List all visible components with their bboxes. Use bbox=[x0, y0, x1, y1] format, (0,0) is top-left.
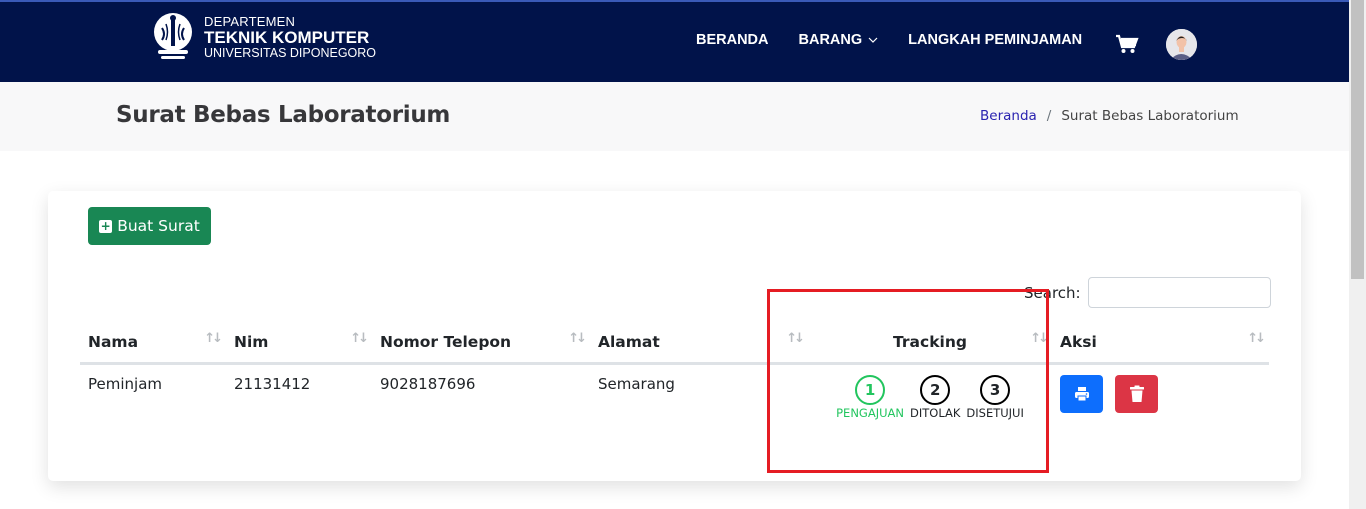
step-number: 2 bbox=[920, 374, 951, 405]
buat-surat-label: Buat Surat bbox=[117, 217, 200, 235]
brand-department: DEPARTEMEN bbox=[204, 13, 296, 29]
breadcrumb-current: Surat Bebas Laboratorium bbox=[1061, 108, 1239, 124]
trash-icon bbox=[1129, 385, 1144, 402]
column-label: Aksi bbox=[1060, 333, 1097, 352]
nav-menu: BERANDA BARANG LANGKAH PEMINJAMAN bbox=[696, 32, 1112, 48]
cell-nama: Peminjam bbox=[88, 374, 162, 393]
search-group: Search: bbox=[1024, 277, 1271, 308]
breadcrumb: Beranda / Surat Bebas Laboratorium bbox=[980, 108, 1239, 124]
cell-alamat: Semarang bbox=[598, 374, 675, 393]
column-header-nomor-telepon[interactable]: Nomor Telepon ↑↓ bbox=[372, 323, 590, 365]
surat-table: Nama ↑↓ Nim ↑↓ Nomor Telepon ↑↓ Alamat ↑↓ Tr… bbox=[80, 323, 1269, 438]
row-actions bbox=[1060, 374, 1261, 413]
brand-university: UNIVERSITAS DIPONEGORO bbox=[204, 45, 377, 60]
column-label: Tracking bbox=[893, 333, 967, 352]
delete-button[interactable] bbox=[1115, 374, 1158, 413]
page: DEPARTEMEN TEKNIK KOMPUTER UNIVERSITAS D… bbox=[0, 0, 1349, 509]
nav-barang-dropdown[interactable]: BARANG bbox=[799, 32, 879, 48]
cell-tracking: 1 PENGAJUAN 2 DITOLAK 3 DISETUJUI bbox=[808, 363, 1052, 438]
step-label: PENGAJUAN bbox=[836, 405, 904, 420]
table-header-row: Nama ↑↓ Nim ↑↓ Nomor Telepon ↑↓ Alamat ↑↓ Tr… bbox=[80, 323, 1269, 365]
column-header-nama[interactable]: Nama ↑↓ bbox=[80, 323, 226, 365]
breadcrumb-beranda[interactable]: Beranda bbox=[980, 108, 1037, 124]
user-avatar[interactable] bbox=[1166, 29, 1197, 60]
page-header: Surat Bebas Laboratorium Beranda / Surat… bbox=[0, 82, 1349, 151]
tracking-step-disetujui: 3 DISETUJUI bbox=[966, 374, 1024, 420]
cell-nim: 21131412 bbox=[234, 374, 311, 393]
column-label: Nama bbox=[88, 333, 139, 352]
step-label: DISETUJUI bbox=[966, 405, 1024, 420]
column-header-tracking[interactable]: Tracking ↑↓ bbox=[808, 323, 1052, 365]
brand-name: TEKNIK KOMPUTER bbox=[204, 27, 370, 47]
column-header-nim[interactable]: Nim ↑↓ bbox=[226, 323, 372, 365]
sort-icon[interactable]: ↑↓ bbox=[1030, 331, 1049, 346]
cell-aksi bbox=[1052, 363, 1269, 438]
column-label: Nomor Telepon bbox=[380, 333, 512, 352]
printer-icon bbox=[1074, 386, 1089, 401]
page-title: Surat Bebas Laboratorium bbox=[116, 102, 451, 128]
sort-icon[interactable]: ↑↓ bbox=[350, 331, 369, 346]
nav-barang-label: BARANG bbox=[798, 32, 863, 48]
sort-icon[interactable]: ↑↓ bbox=[204, 331, 223, 346]
nav-langkah-peminjaman[interactable]: LANGKAH PEMINJAMAN bbox=[908, 32, 1082, 48]
sort-icon[interactable]: ↑↓ bbox=[568, 331, 587, 346]
tracking-step-pengajuan: 1 PENGAJUAN bbox=[836, 374, 904, 420]
search-input[interactable] bbox=[1087, 277, 1271, 308]
shopping-cart-icon[interactable] bbox=[1115, 34, 1139, 54]
nav-langkah-label: LANGKAH PEMINJAMAN bbox=[908, 32, 1083, 48]
sort-icon[interactable]: ↑↓ bbox=[1247, 331, 1266, 346]
buat-surat-button[interactable]: + Buat Surat bbox=[88, 207, 211, 245]
search-label: Search: bbox=[1024, 283, 1081, 302]
brand[interactable]: DEPARTEMEN TEKNIK KOMPUTER UNIVERSITAS D… bbox=[152, 10, 376, 64]
column-header-aksi[interactable]: Aksi ↑↓ bbox=[1052, 323, 1269, 365]
cell-telepon: 9028187696 bbox=[380, 374, 476, 393]
column-label: Nim bbox=[234, 333, 269, 352]
top-navbar: DEPARTEMEN TEKNIK KOMPUTER UNIVERSITAS D… bbox=[0, 0, 1349, 82]
vertical-scrollbar[interactable] bbox=[1349, 0, 1366, 509]
column-header-alamat[interactable]: Alamat ↑↓ bbox=[590, 323, 808, 365]
university-logo-icon bbox=[154, 13, 192, 59]
step-number: 3 bbox=[980, 374, 1011, 405]
sort-icon[interactable]: ↑↓ bbox=[786, 331, 805, 346]
nav-beranda[interactable]: BERANDA bbox=[696, 32, 769, 48]
print-button[interactable] bbox=[1060, 374, 1103, 413]
scrollbar-thumb[interactable] bbox=[1351, 0, 1364, 279]
user-avatar-icon bbox=[1166, 29, 1197, 60]
column-label: Alamat bbox=[598, 333, 660, 352]
step-number: 1 bbox=[855, 374, 886, 405]
breadcrumb-separator: / bbox=[1046, 108, 1052, 124]
tracking-step-ditolak: 2 DITOLAK bbox=[910, 374, 961, 420]
chevron-down-icon bbox=[868, 37, 878, 43]
tracking-steps: 1 PENGAJUAN 2 DITOLAK 3 DISETUJUI bbox=[816, 374, 1044, 420]
plus-square-icon: + bbox=[99, 218, 113, 233]
nav-beranda-label: BERANDA bbox=[696, 32, 769, 48]
step-label: DITOLAK bbox=[910, 405, 961, 420]
content-card: + Buat Surat Search: Nama ↑↓ Nim ↑↓ Nomor … bbox=[48, 191, 1301, 481]
table-row: Peminjam 21131412 9028187696 Semarang 1 … bbox=[80, 363, 1269, 438]
